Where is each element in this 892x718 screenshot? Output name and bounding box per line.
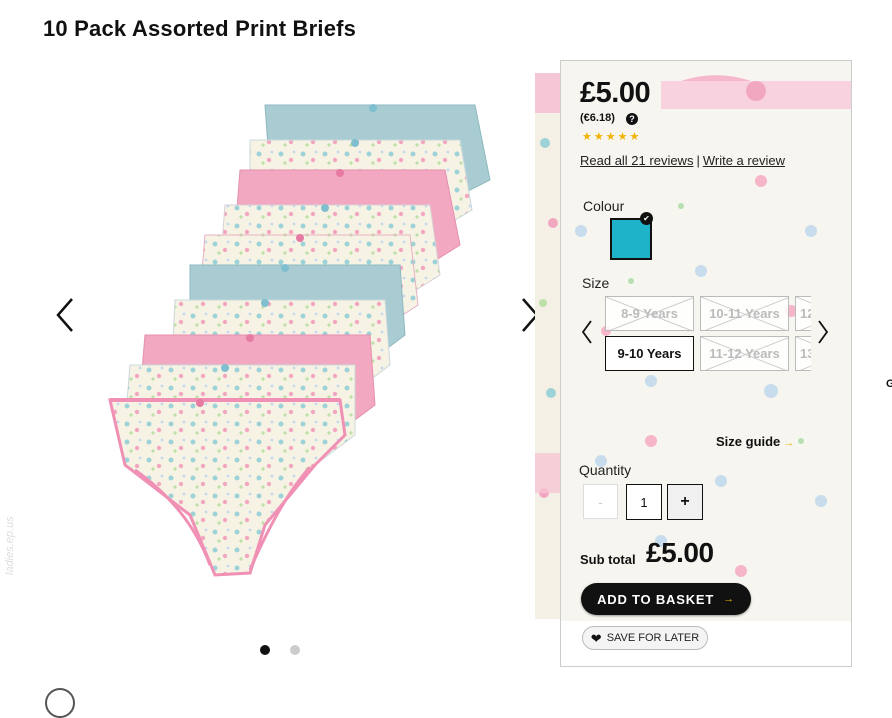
size-next-button[interactable] — [815, 317, 831, 347]
cropped-edge-text: G — [886, 378, 892, 390]
add-to-basket-label: ADD TO BASKET — [597, 591, 715, 607]
watermark: ladies.ep.us — [4, 516, 16, 575]
save-for-later-label: SAVE FOR LATER — [606, 632, 700, 644]
circle-icon[interactable] — [45, 688, 75, 718]
gallery-pagination — [260, 645, 300, 655]
heart-icon: ❤ — [590, 630, 602, 646]
chevron-right-icon — [818, 320, 829, 344]
read-reviews-link[interactable]: Read all 21 reviews — [580, 153, 693, 168]
chevron-left-icon — [581, 320, 592, 344]
size-guide-link[interactable]: Size guide → — [716, 434, 794, 449]
product-price: £5.00 — [580, 77, 651, 109]
size-option-9-10[interactable]: 9-10 Years — [605, 336, 694, 371]
subtotal-label: Sub total — [580, 552, 636, 567]
size-options: 8-9 Years 10-11 Years 12-13 Years 9-10 Y… — [605, 296, 811, 374]
rating-stars: ★ ★ ★ ★ ★ — [582, 132, 639, 143]
size-option-12-13[interactable]: 12-13 Years — [795, 296, 811, 331]
help-icon[interactable]: ? — [626, 113, 638, 125]
size-option-label: 11-12 Years — [709, 346, 780, 361]
quantity-input[interactable]: 1 — [626, 484, 662, 520]
quantity-decrease-button[interactable]: - — [583, 484, 618, 519]
check-icon: ✔ — [640, 212, 653, 225]
size-prev-button[interactable] — [579, 317, 595, 347]
size-option-10-11[interactable]: 10-11 Years — [700, 296, 789, 331]
save-for-later-button[interactable]: ❤ SAVE FOR LATER — [582, 626, 708, 650]
size-option-label: 10-11 Years — [709, 306, 780, 321]
chevron-left-icon — [56, 298, 73, 332]
size-guide-label: Size guide — [716, 434, 781, 449]
star-icon: ★ — [582, 131, 592, 143]
reviews-separator: | — [696, 153, 700, 168]
size-option-label: 8-9 Years — [621, 306, 678, 321]
size-option-label: 9-10 Years — [617, 346, 682, 361]
star-icon: ★ — [593, 131, 604, 143]
product-info-panel: £5.00 (€6.18) ? ★ ★ ★ ★ ★ Read all 21 re… — [560, 60, 852, 667]
arrow-right-icon: → — [783, 437, 795, 449]
size-option-8-9[interactable]: 8-9 Years — [605, 296, 694, 331]
star-icon: ★ — [629, 131, 640, 143]
size-option-label: 12-13 Years — [800, 306, 811, 321]
add-to-basket-button[interactable]: ADD TO BASKET → — [581, 583, 751, 615]
product-image — [108, 104, 491, 577]
arrow-right-icon: → — [723, 593, 735, 605]
euro-price: (€6.18) — [580, 112, 615, 124]
reviews-links: Read all 21 reviews | Write a review — [580, 153, 785, 168]
star-icon: ★ — [617, 131, 628, 143]
write-review-link[interactable]: Write a review — [703, 153, 785, 168]
quantity-increase-button[interactable]: + — [667, 484, 703, 520]
colour-label: Colour — [583, 198, 625, 214]
gallery-prev-button[interactable] — [50, 292, 80, 338]
gallery-dot-1[interactable] — [260, 645, 270, 655]
size-option-13-14[interactable]: 13-14 Years — [795, 336, 811, 371]
quantity-label: Quantity — [579, 462, 632, 478]
size-label: Size — [582, 275, 610, 291]
subtotal-value: £5.00 — [646, 537, 714, 568]
next-image-preview — [535, 73, 561, 619]
star-icon: ★ — [605, 131, 616, 143]
gallery-dot-2[interactable] — [290, 645, 300, 655]
size-option-label: 13-14 Years — [800, 346, 811, 361]
size-option-11-12[interactable]: 11-12 Years — [700, 336, 789, 371]
page-title: 10 Pack Assorted Print Briefs — [43, 16, 357, 41]
